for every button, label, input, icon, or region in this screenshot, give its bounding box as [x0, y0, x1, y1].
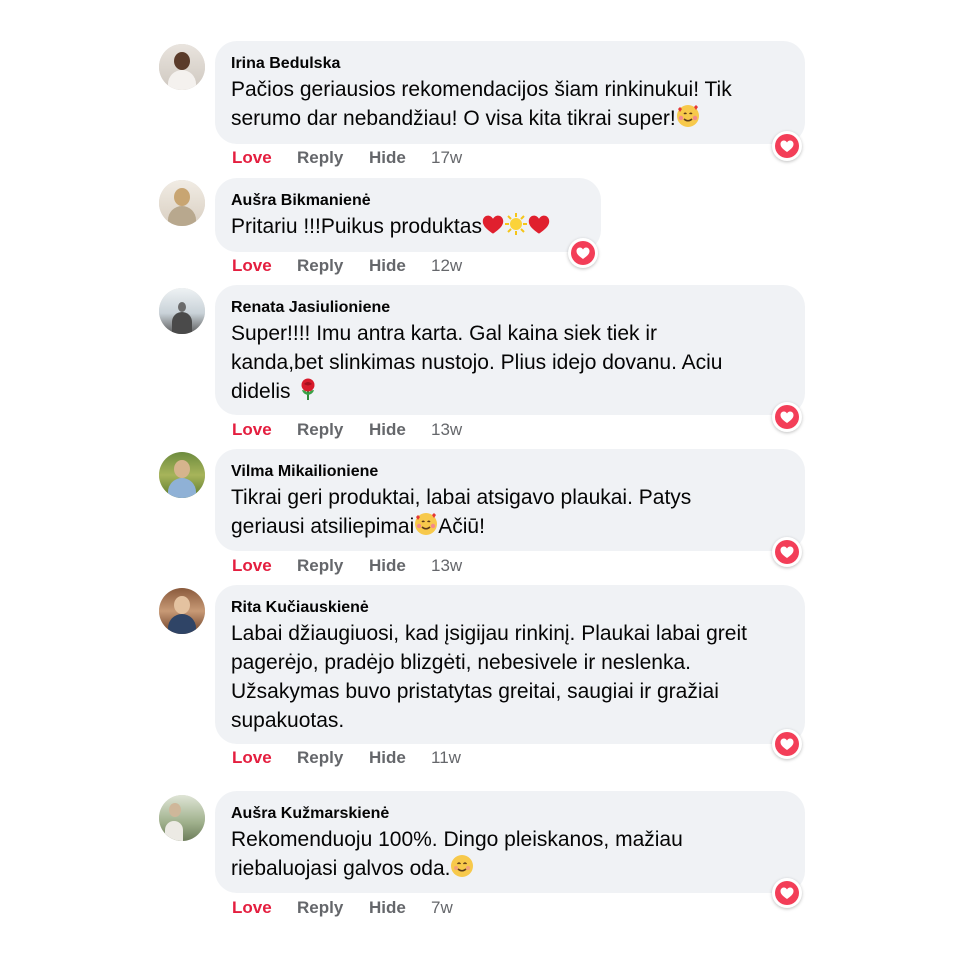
reply-button[interactable]: Reply [297, 254, 343, 278]
reaction-badge[interactable] [568, 238, 598, 268]
love-button[interactable]: Love [232, 146, 272, 170]
red-heart-icon [528, 214, 550, 244]
comment-thread: Irina Bedulska Pačios geriausios rekomen… [0, 0, 960, 960]
love-heart-icon [775, 732, 799, 756]
reaction-badge[interactable] [772, 402, 802, 432]
comment-text: Pačios geriausios rekomendacijos šiam ri… [231, 75, 789, 136]
love-heart-icon [775, 405, 799, 429]
comment-bubble: Renata Jasiulioniene Super!!!! Imu antra… [215, 285, 805, 415]
comment-bubble: Rita Kučiauskienė Labai džiaugiuosi, kad… [215, 585, 805, 744]
avatar[interactable] [159, 588, 205, 634]
love-button[interactable]: Love [232, 896, 272, 920]
comment-author[interactable]: Renata Jasiulioniene [231, 297, 789, 319]
comment-timestamp[interactable]: 17w [431, 146, 462, 170]
reply-button[interactable]: Reply [297, 554, 343, 578]
reply-button[interactable]: Reply [297, 896, 343, 920]
comment-timestamp[interactable]: 12w [431, 254, 462, 278]
love-heart-icon [775, 881, 799, 905]
comment-text-line: Pritariu !!!Puikus produktas [231, 215, 482, 238]
comment-timestamp[interactable]: 11w [431, 746, 461, 770]
comment-timestamp[interactable]: 13w [431, 418, 462, 442]
avatar[interactable] [159, 452, 205, 498]
comment-text-line: Tikrai geri produktai, labai atsigavo pl… [231, 486, 692, 509]
avatar[interactable] [159, 288, 205, 334]
comment-bubble: Aušra Bikmanienė Pritariu !!!Puikus prod… [215, 178, 601, 252]
comment-author[interactable]: Aušra Bikmanienė [231, 190, 585, 212]
comment-text-line: Užsakymas buvo pristatytas greitai, saug… [231, 680, 719, 703]
reaction-badge[interactable] [772, 131, 802, 161]
comment-text: Tikrai geri produktai, labai atsigavo pl… [231, 483, 789, 544]
sun-icon [504, 212, 528, 244]
comment-text-line: geriausi atsiliepimai [231, 515, 415, 538]
hide-button[interactable]: Hide [369, 896, 406, 920]
comment-text-line: Pačios geriausios rekomendacijos šiam ri… [231, 78, 732, 101]
hide-button[interactable]: Hide [369, 418, 406, 442]
love-heart-icon [775, 134, 799, 158]
hide-button[interactable]: Hide [369, 554, 406, 578]
comment-text-line: Ačiū! [438, 515, 485, 538]
comment-text: Labai džiaugiuosi, kad įsigijau rinkinį.… [231, 619, 789, 735]
love-button[interactable]: Love [232, 418, 272, 442]
comment-text: Rekomenduoju 100%. Dingo pleiskanos, maž… [231, 825, 789, 886]
love-button[interactable]: Love [232, 746, 272, 770]
smiling-face-icon [450, 854, 474, 886]
comment-text: Pritariu !!!Puikus produktas [231, 212, 585, 244]
reply-button[interactable]: Reply [297, 146, 343, 170]
comment-text-line: Rekomenduoju 100%. Dingo pleiskanos, maž… [231, 828, 683, 851]
comment-text-line: Super!!!! Imu antra karta. Gal kaina sie… [231, 322, 658, 345]
comment-author[interactable]: Irina Bedulska [231, 53, 789, 75]
hide-button[interactable]: Hide [369, 254, 406, 278]
love-button[interactable]: Love [232, 554, 272, 578]
comment-timestamp[interactable]: 13w [431, 554, 462, 578]
comment-timestamp[interactable]: 7w [431, 896, 453, 920]
comment-text-line: serumo dar nebandžiau! O visa kita tikra… [231, 107, 676, 130]
hide-button[interactable]: Hide [369, 746, 406, 770]
reaction-badge[interactable] [772, 878, 802, 908]
smiling-face-with-hearts-icon [414, 512, 438, 544]
comment-text-line: pagerėjo, pradėjo blizgėti, nebesivele i… [231, 651, 691, 674]
comment-text: Super!!!! Imu antra karta. Gal kaina sie… [231, 319, 789, 409]
red-heart-icon [482, 214, 504, 244]
reply-button[interactable]: Reply [297, 418, 343, 442]
reaction-badge[interactable] [772, 729, 802, 759]
avatar[interactable] [159, 180, 205, 226]
rose-icon [296, 377, 320, 409]
smiling-face-with-hearts-icon [676, 104, 700, 136]
comment-bubble: Aušra Kužmarskienė Rekomenduoju 100%. Di… [215, 791, 805, 893]
comment-bubble: Vilma Mikailioniene Tikrai geri produkta… [215, 449, 805, 551]
love-button[interactable]: Love [232, 254, 272, 278]
comment-text-line: kanda,bet slinkimas nustojo. Plius idejo… [231, 351, 723, 374]
comment-bubble: Irina Bedulska Pačios geriausios rekomen… [215, 41, 805, 144]
reaction-badge[interactable] [772, 537, 802, 567]
avatar[interactable] [159, 44, 205, 90]
comment-author[interactable]: Rita Kučiauskienė [231, 597, 789, 619]
comment-text-line: riebaluojasi galvos oda. [231, 857, 451, 880]
comment-text-line: didelis [231, 380, 291, 403]
love-heart-icon [775, 540, 799, 564]
reply-button[interactable]: Reply [297, 746, 343, 770]
comment-author[interactable]: Aušra Kužmarskienė [231, 803, 789, 825]
comment-author[interactable]: Vilma Mikailioniene [231, 461, 789, 483]
comment-text-line: supakuotas. [231, 709, 345, 732]
avatar[interactable] [159, 795, 205, 841]
hide-button[interactable]: Hide [369, 146, 406, 170]
love-heart-icon [571, 241, 595, 265]
comment-text-line: Labai džiaugiuosi, kad įsigijau rinkinį.… [231, 622, 747, 645]
